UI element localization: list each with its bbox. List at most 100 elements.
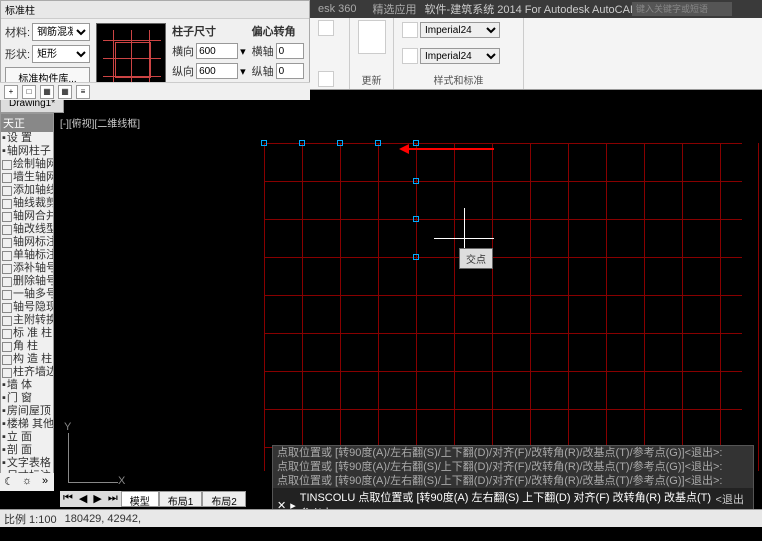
grip-handle[interactable] [413,178,419,184]
grid-line [682,143,683,471]
window-title: 软件-建筑系统 2014 For Autodesk AutoCAD 2014 D… [425,1,632,17]
size-title: 柱子尺寸 [172,23,246,39]
item-label: 添补轴号 [13,262,54,275]
item-label: 轴改线型 [13,223,54,236]
tab-nav-icon[interactable]: ⏭ [105,491,121,507]
sidebar-item[interactable]: ▪墙 体 [1,379,53,392]
tool-icon[interactable]: + [4,85,18,99]
sidebar-item[interactable]: 删除轴号 [1,275,53,288]
tab-nav-icon[interactable]: ▶ [90,491,104,507]
tab-model[interactable]: 模型 [121,491,159,507]
sidebar-item[interactable]: 一轴多号 [1,288,53,301]
ucs-y: Y [64,421,71,433]
item-icon [2,303,12,313]
item-icon [2,251,12,261]
panel-title: 标准柱 [1,1,309,19]
sidebar-item[interactable]: 添加轴线 [1,184,53,197]
dropdown-icon[interactable]: ▾ [240,45,246,58]
scale-display[interactable]: 比例 1:100 [4,511,57,527]
expand-icon: ▪ [2,379,6,392]
sidebar-item[interactable]: 轴号隐现 [1,301,53,314]
item-label: 单轴标注 [13,249,54,262]
grip-handle[interactable] [299,140,305,146]
tab-nav-icon[interactable]: ◀ [76,491,90,507]
grip-handle[interactable] [413,216,419,222]
sidebar-item[interactable]: ▪轴网柱子 [1,145,53,158]
styles-label: 样式和标准 [402,72,515,87]
grid-line [720,143,721,471]
tool-icon[interactable]: ▦ [40,85,54,99]
item-icon [2,277,12,287]
search-input[interactable]: 键入关键字或短语 [632,2,732,16]
ribbon: 更新 Imperial24 Imperial24 样式和标准 [310,18,762,90]
ribbon-icon[interactable] [318,20,334,36]
tab-layout1[interactable]: 布局1 [159,491,203,507]
sidebar-item[interactable]: ▪房间屋顶 [1,405,53,418]
sun-icon[interactable]: ☼ [20,475,34,489]
style-icon[interactable] [402,48,418,64]
dropdown-icon[interactable]: ▾ [240,65,246,78]
offy-label: 纵轴 [252,63,274,79]
sidebar-item[interactable]: 绘制轴网 [1,158,53,171]
sidebar-item[interactable]: 添补轴号 [1,262,53,275]
update-icon[interactable] [358,20,386,54]
grid-line [644,143,645,471]
sidebar-item[interactable]: ▪剖 面 [1,444,53,457]
sidebar-item[interactable]: 轴网合并 [1,210,53,223]
shape-select[interactable]: 矩形 [32,45,90,63]
moon-icon[interactable]: ☾ [2,475,16,489]
sidebar-item[interactable]: 柱齐墙边 [1,366,53,379]
sidebar-item[interactable]: 轴改线型 [1,223,53,236]
tool-icon[interactable]: ▦ [58,85,72,99]
sidebar-item[interactable]: 墙生轴网 [1,171,53,184]
sidebar-item[interactable]: 轴线裁剪 [1,197,53,210]
sidebar-item[interactable]: ▪设 置 [1,132,53,145]
sidebar-item[interactable]: 角 柱 [1,340,53,353]
expand-icon: ▪ [2,132,6,145]
grip-handle[interactable] [413,254,419,260]
tool-icon[interactable]: ≡ [76,85,90,99]
offset-title: 偏心转角 [252,23,304,39]
style-icon[interactable] [402,22,418,38]
command-bar: 点取位置或 [转90度(A)/左右翻(S)/上下翻(D)/对齐(F)/改转角(R… [272,445,754,509]
tab-nav-icon[interactable]: ⏮ [60,491,76,507]
grip-handle[interactable] [413,140,419,146]
sidebar-item[interactable]: 标 准 柱 [1,327,53,340]
sidebar-item[interactable]: ▪门 窗 [1,392,53,405]
sidebar-item[interactable]: 轴网标注 [1,236,53,249]
item-label: 文字表格 [7,457,51,470]
status-bar: 比例 1:100 180429, 42942, [0,509,762,527]
item-label: 柱齐墙边 [13,366,54,379]
sidebar-title: 天正 [1,114,53,132]
arrow-icon[interactable]: » [38,475,52,489]
tab-featured[interactable]: 精选应用 [365,1,425,17]
item-icon [2,368,12,378]
material-select[interactable]: 钢筋混凝土 [32,23,90,41]
tool-icon[interactable]: □ [22,85,36,99]
depth-input[interactable] [196,63,238,79]
expand-icon: ▪ [2,431,6,444]
annotation-arrow [404,148,494,150]
grip-handle[interactable] [375,140,381,146]
tab-esk360[interactable]: esk 360 [310,3,365,15]
offx-input[interactable] [276,43,304,59]
sidebar-item[interactable]: 主附转换 [1,314,53,327]
sidebar-item[interactable]: ▪文字表格 [1,457,53,470]
grip-handle[interactable] [337,140,343,146]
width-input[interactable] [196,43,238,59]
item-icon [2,355,12,365]
drawing-canvas[interactable]: [-][俯视][二维线框] 交点 Y X [54,113,762,491]
sidebar-item[interactable]: ▪楼梯 其他 [1,418,53,431]
grid-line [264,295,742,296]
sidebar-item[interactable]: 单轴标注 [1,249,53,262]
grip-handle[interactable] [261,140,267,146]
panel-toolbar: + □ ▦ ▦ ≡ [0,82,310,100]
sidebar-item[interactable]: ▪立 面 [1,431,53,444]
view-label[interactable]: [-][俯视][二维线框] [60,115,140,130]
offy-input[interactable] [276,63,304,79]
ribbon-icon[interactable] [318,71,334,87]
style1-select[interactable]: Imperial24 [420,22,500,38]
sidebar-item[interactable]: 构 造 柱 [1,353,53,366]
style2-select[interactable]: Imperial24 [420,48,500,64]
tab-layout2[interactable]: 布局2 [202,491,246,507]
